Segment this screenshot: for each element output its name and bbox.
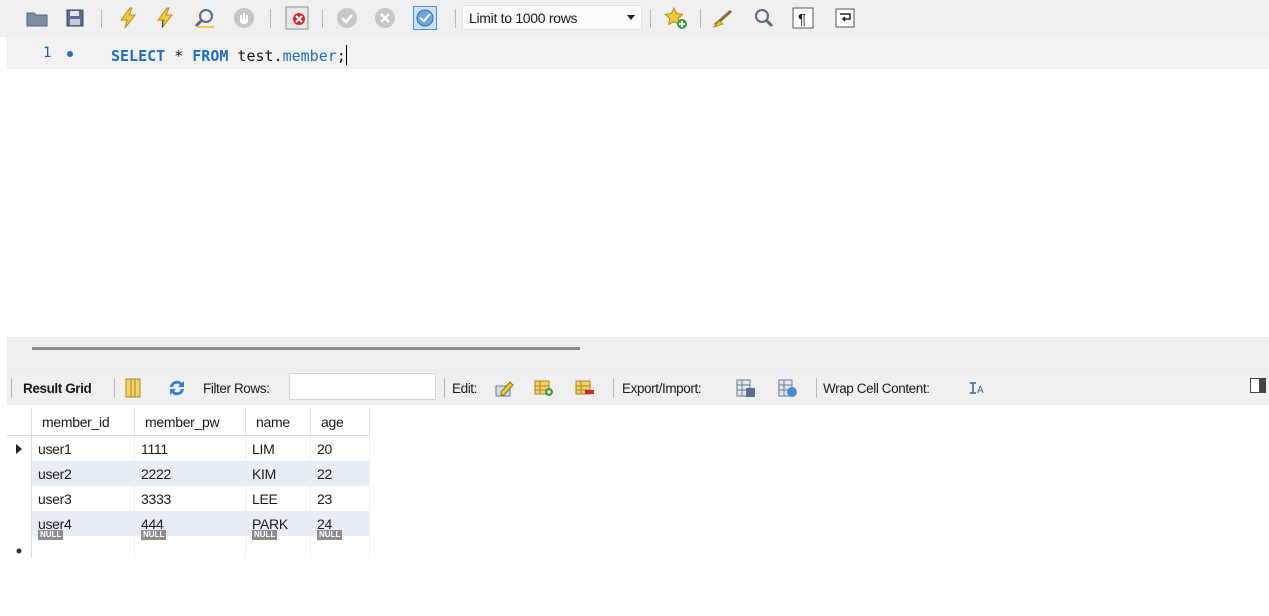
table-cell[interactable]: 23 — [310, 486, 370, 511]
new-row[interactable]: NULL NULL NULL NULL — [7, 530, 370, 558]
table-cell[interactable]: NULL — [134, 530, 246, 558]
table-cell[interactable]: NULL — [31, 530, 135, 558]
table-cell[interactable]: user2 — [31, 461, 135, 486]
table-cell[interactable]: 3333 — [134, 486, 246, 511]
table-row[interactable]: user2 2222 KIM 22 — [7, 461, 370, 486]
result-toolbar: Result Grid Filter Rows: Edit: Export/Im… — [7, 371, 1269, 405]
row-header — [7, 486, 32, 511]
row-header-corner — [7, 408, 32, 436]
stop-icon[interactable] — [232, 6, 256, 30]
open-folder-icon[interactable] — [25, 6, 49, 30]
beautify-icon[interactable] — [712, 6, 736, 30]
current-row-indicator — [7, 435, 32, 461]
svg-text:A: A — [977, 385, 984, 396]
column-header[interactable]: member_pw — [134, 408, 246, 436]
add-row-icon[interactable] — [534, 378, 554, 398]
find-icon[interactable] — [752, 6, 776, 30]
svg-text:I: I — [161, 19, 164, 29]
table-cell[interactable]: user3 — [31, 486, 135, 511]
explain-icon[interactable] — [193, 6, 217, 30]
table-cell[interactable]: LIM — [245, 435, 311, 461]
edit-label: Edit: — [452, 381, 478, 396]
table-row[interactable]: user3 3333 LEE 23 — [7, 486, 370, 511]
row-header — [7, 461, 32, 486]
sql-editor-toolbar: I Limit to 1000 rows ¶ — [0, 0, 1269, 37]
toolbar-separator — [444, 378, 445, 398]
table-cell[interactable]: LEE — [245, 486, 311, 511]
table-cell[interactable]: 22 — [310, 461, 370, 486]
new-row-marker-icon — [7, 536, 32, 558]
code-star: * — [165, 47, 193, 65]
table-cell[interactable]: user1 — [31, 435, 135, 461]
toggle-error-icon[interactable] — [285, 6, 309, 30]
filter-rows-label: Filter Rows: — [203, 381, 270, 396]
code-table: member — [282, 47, 337, 65]
toolbar-separator — [650, 9, 651, 28]
execute-current-icon[interactable]: I — [154, 6, 178, 30]
result-grid-tab[interactable]: Result Grid — [23, 381, 92, 396]
svg-text:¶: ¶ — [798, 11, 806, 28]
column-header[interactable]: age — [310, 408, 370, 436]
export-icon[interactable] — [736, 378, 756, 398]
form-editor-icon[interactable] — [123, 378, 143, 398]
table-cell[interactable]: 1111 — [134, 435, 246, 461]
splitter-handle[interactable] — [32, 347, 580, 350]
wrap-cell-icon[interactable]: A — [967, 378, 987, 398]
limit-rows-label: Limit to 1000 rows — [469, 9, 578, 26]
table-cell[interactable]: NULL — [310, 530, 370, 558]
import-icon[interactable] — [778, 378, 798, 398]
toolbar-separator — [270, 9, 271, 28]
table-row[interactable]: user1 1111 LIM 20 — [7, 435, 370, 461]
row-header — [7, 511, 32, 536]
table-cell[interactable]: NULL — [245, 530, 311, 558]
null-badge: NULL — [252, 530, 278, 540]
limit-rows-select[interactable]: Limit to 1000 rows — [462, 5, 642, 30]
null-badge: NULL — [38, 530, 64, 540]
text-cursor — [345, 45, 347, 65]
wrap-cell-label: Wrap Cell Content: — [823, 381, 930, 396]
column-header[interactable]: member_id — [31, 408, 135, 436]
sql-code-line[interactable]: SELECT * FROM test.member; — [111, 45, 347, 65]
toolbar-separator — [101, 9, 102, 28]
panel-splitter[interactable] — [7, 337, 1269, 371]
table-cell[interactable]: 2222 — [134, 461, 246, 486]
filter-rows-input[interactable] — [289, 373, 436, 400]
line-number: 1 — [43, 45, 52, 61]
toolbar-separator — [613, 378, 614, 398]
toolbar-separator — [322, 9, 323, 28]
toolbar-separator — [816, 378, 817, 398]
code-schema: test. — [228, 47, 283, 65]
column-header[interactable]: name — [245, 408, 311, 436]
statement-marker-icon — [67, 51, 73, 57]
result-grid[interactable]: member_id member_pw name age user1 1111 … — [7, 408, 370, 558]
toolbar-separator — [455, 9, 456, 28]
sql-editor[interactable]: 1 SELECT * FROM test.member; — [7, 37, 1269, 337]
table-cell[interactable]: 20 — [310, 435, 370, 461]
null-badge: NULL — [141, 530, 167, 540]
keyword-from: FROM — [192, 47, 229, 65]
code-semicolon: ; — [336, 47, 346, 65]
rollback-icon[interactable] — [373, 6, 397, 30]
add-snippet-icon[interactable] — [664, 6, 688, 30]
edit-cell-icon[interactable] — [495, 378, 515, 398]
toolbar-separator — [700, 9, 701, 28]
chevron-down-icon — [627, 15, 635, 20]
toggle-side-panel-icon[interactable] — [1250, 378, 1266, 393]
null-badge: NULL — [317, 530, 343, 540]
execute-icon[interactable] — [116, 6, 140, 30]
toolbar-separator — [11, 378, 12, 398]
toolbar-separator — [114, 378, 115, 398]
export-import-label: Export/Import: — [622, 381, 702, 396]
table-cell[interactable]: KIM — [245, 461, 311, 486]
commit-icon[interactable] — [335, 6, 359, 30]
word-wrap-icon[interactable] — [833, 6, 857, 30]
refresh-icon[interactable] — [167, 378, 187, 398]
keyword-select: SELECT — [111, 47, 166, 65]
delete-row-icon[interactable] — [575, 378, 595, 398]
save-icon[interactable] — [63, 6, 87, 30]
autocommit-icon[interactable] — [413, 6, 437, 30]
invisible-chars-icon[interactable]: ¶ — [791, 6, 815, 30]
